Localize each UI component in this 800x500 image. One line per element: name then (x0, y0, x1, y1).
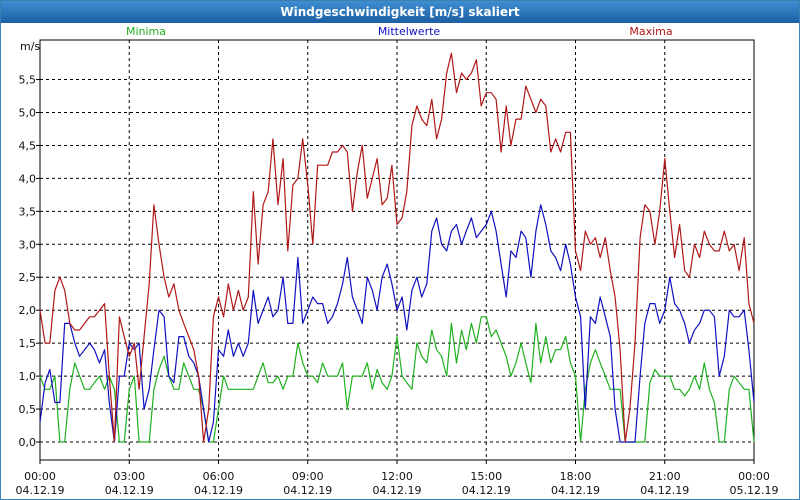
x-tick-date: 04.12.19 (551, 484, 600, 497)
y-tick-label: 2,5 (19, 271, 37, 284)
x-tick-date: 04.12.19 (373, 484, 422, 497)
y-tick-label: 4,5 (19, 139, 37, 152)
x-tick-date: 04.12.19 (640, 484, 689, 497)
y-axis-ticks: 0,0 0,5 1,0 1,5 2,0 2,5 3,0 3,5 4,0 4,5 5,0 5,5 (19, 74, 40, 449)
y-tick-label: 0,0 (19, 436, 37, 449)
y-tick-label: 0,5 (19, 403, 37, 416)
y-tick-label: 4,0 (19, 172, 37, 185)
x-tick-time: 06:00 (203, 470, 235, 483)
y-tick-label: 5,5 (19, 74, 37, 87)
x-tick-date: 04.12.19 (16, 484, 65, 497)
y-axis-label: m/s (20, 40, 40, 53)
chart-svg: 0,0 0,5 1,0 1,5 2,0 2,5 3,0 3,5 4,0 4,5 5,0 5,5 00:… (16, 25, 779, 497)
x-tick-time: 00:00 (738, 470, 770, 483)
x-tick-time: 12:00 (381, 470, 413, 483)
y-tick-label: 3,5 (19, 205, 37, 218)
x-tick-time: 09:00 (292, 470, 324, 483)
legend-minima: Minima (126, 25, 166, 38)
y-tick-label: 1,0 (19, 370, 37, 383)
x-tick-date: 04.12.19 (105, 484, 154, 497)
x-tick-date: 04.12.19 (283, 484, 332, 497)
x-axis-ticks: 00:0004.12.1903:0004.12.1906:0004.12.190… (16, 460, 779, 497)
x-tick-time: 18:00 (560, 470, 592, 483)
legend-maxima: Maxima (629, 25, 672, 38)
x-tick-time: 00:00 (24, 470, 56, 483)
x-tick-time: 03:00 (113, 470, 145, 483)
x-tick-time: 21:00 (649, 470, 681, 483)
y-tick-label: 1,5 (19, 337, 37, 350)
x-tick-date: 05.12.19 (730, 484, 779, 497)
legend-mittelwerte: Mittelwerte (378, 25, 441, 38)
x-tick-date: 04.12.19 (194, 484, 243, 497)
x-tick-time: 15:00 (470, 470, 502, 483)
y-tick-label: 3,0 (19, 238, 37, 251)
y-tick-label: 2,0 (19, 304, 37, 317)
y-tick-label: 5,0 (19, 106, 37, 119)
x-tick-date: 04.12.19 (462, 484, 511, 497)
